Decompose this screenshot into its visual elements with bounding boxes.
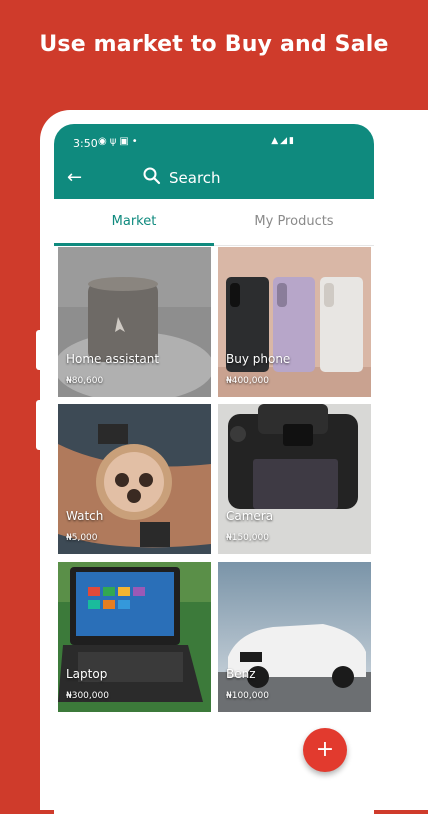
product-title: Watch bbox=[66, 509, 104, 523]
product-card-buy-phone[interactable]: Buy phone ₦400,000 bbox=[218, 247, 371, 397]
tab-bar: Market My Products bbox=[54, 199, 374, 246]
promo-headline: Use market to Buy and Sale bbox=[39, 32, 389, 57]
tab-market[interactable]: Market bbox=[54, 199, 214, 245]
status-right-icons: ▲◢▮ bbox=[271, 136, 296, 146]
search-icon[interactable] bbox=[142, 166, 162, 186]
status-bar: 3:50 ◉ψ▣• ▲◢▮ bbox=[54, 124, 374, 161]
product-card-watch[interactable]: Watch ₦5,000 bbox=[58, 404, 211, 554]
product-title: Camera bbox=[226, 509, 274, 523]
phone-side-button bbox=[36, 330, 42, 370]
product-image bbox=[58, 562, 211, 712]
product-title: Buy phone bbox=[226, 352, 291, 366]
phone-side-button bbox=[36, 400, 42, 450]
search-label[interactable]: Search bbox=[169, 169, 221, 187]
add-product-button[interactable]: + bbox=[303, 728, 347, 772]
product-title: Laptop bbox=[66, 667, 108, 681]
usb-icon: ψ bbox=[109, 136, 120, 147]
image-icon: ▣ bbox=[119, 136, 132, 147]
product-image bbox=[58, 404, 211, 554]
app-bar: ← Search bbox=[54, 161, 374, 199]
tab-indicator bbox=[54, 243, 214, 246]
product-title: Home assistant bbox=[66, 352, 160, 366]
product-price: ₦150,000 bbox=[226, 533, 269, 543]
product-price: ₦100,000 bbox=[226, 691, 269, 701]
signal-icon: ▲ bbox=[271, 136, 281, 146]
status-time: 3:50 bbox=[73, 137, 98, 150]
back-arrow-icon[interactable]: ← bbox=[67, 167, 82, 188]
product-price: ₦5,000 bbox=[66, 533, 98, 543]
product-price: ₦80,600 bbox=[66, 376, 104, 386]
product-card-camera[interactable]: Camera ₦150,000 bbox=[218, 404, 371, 554]
battery-icon: ▮ bbox=[289, 136, 296, 146]
dot-icon: • bbox=[131, 136, 141, 147]
status-left-icons: ◉ψ▣• bbox=[98, 136, 141, 147]
product-card-laptop[interactable]: Laptop ₦300,000 bbox=[58, 562, 211, 712]
product-image bbox=[58, 247, 211, 397]
product-card-benz[interactable]: Benz ₦100,000 bbox=[218, 562, 371, 712]
product-image bbox=[218, 404, 371, 554]
product-card-home-assistant[interactable]: Home assistant ₦80,600 bbox=[58, 247, 211, 397]
wifi-icon: ◢ bbox=[280, 136, 290, 146]
product-image bbox=[218, 562, 371, 712]
product-price: ₦400,000 bbox=[226, 376, 269, 386]
product-image bbox=[218, 247, 371, 397]
whatsapp-icon: ◉ bbox=[98, 136, 110, 147]
tab-my-products[interactable]: My Products bbox=[214, 199, 374, 245]
product-price: ₦300,000 bbox=[66, 691, 109, 701]
product-title: Benz bbox=[226, 667, 256, 681]
